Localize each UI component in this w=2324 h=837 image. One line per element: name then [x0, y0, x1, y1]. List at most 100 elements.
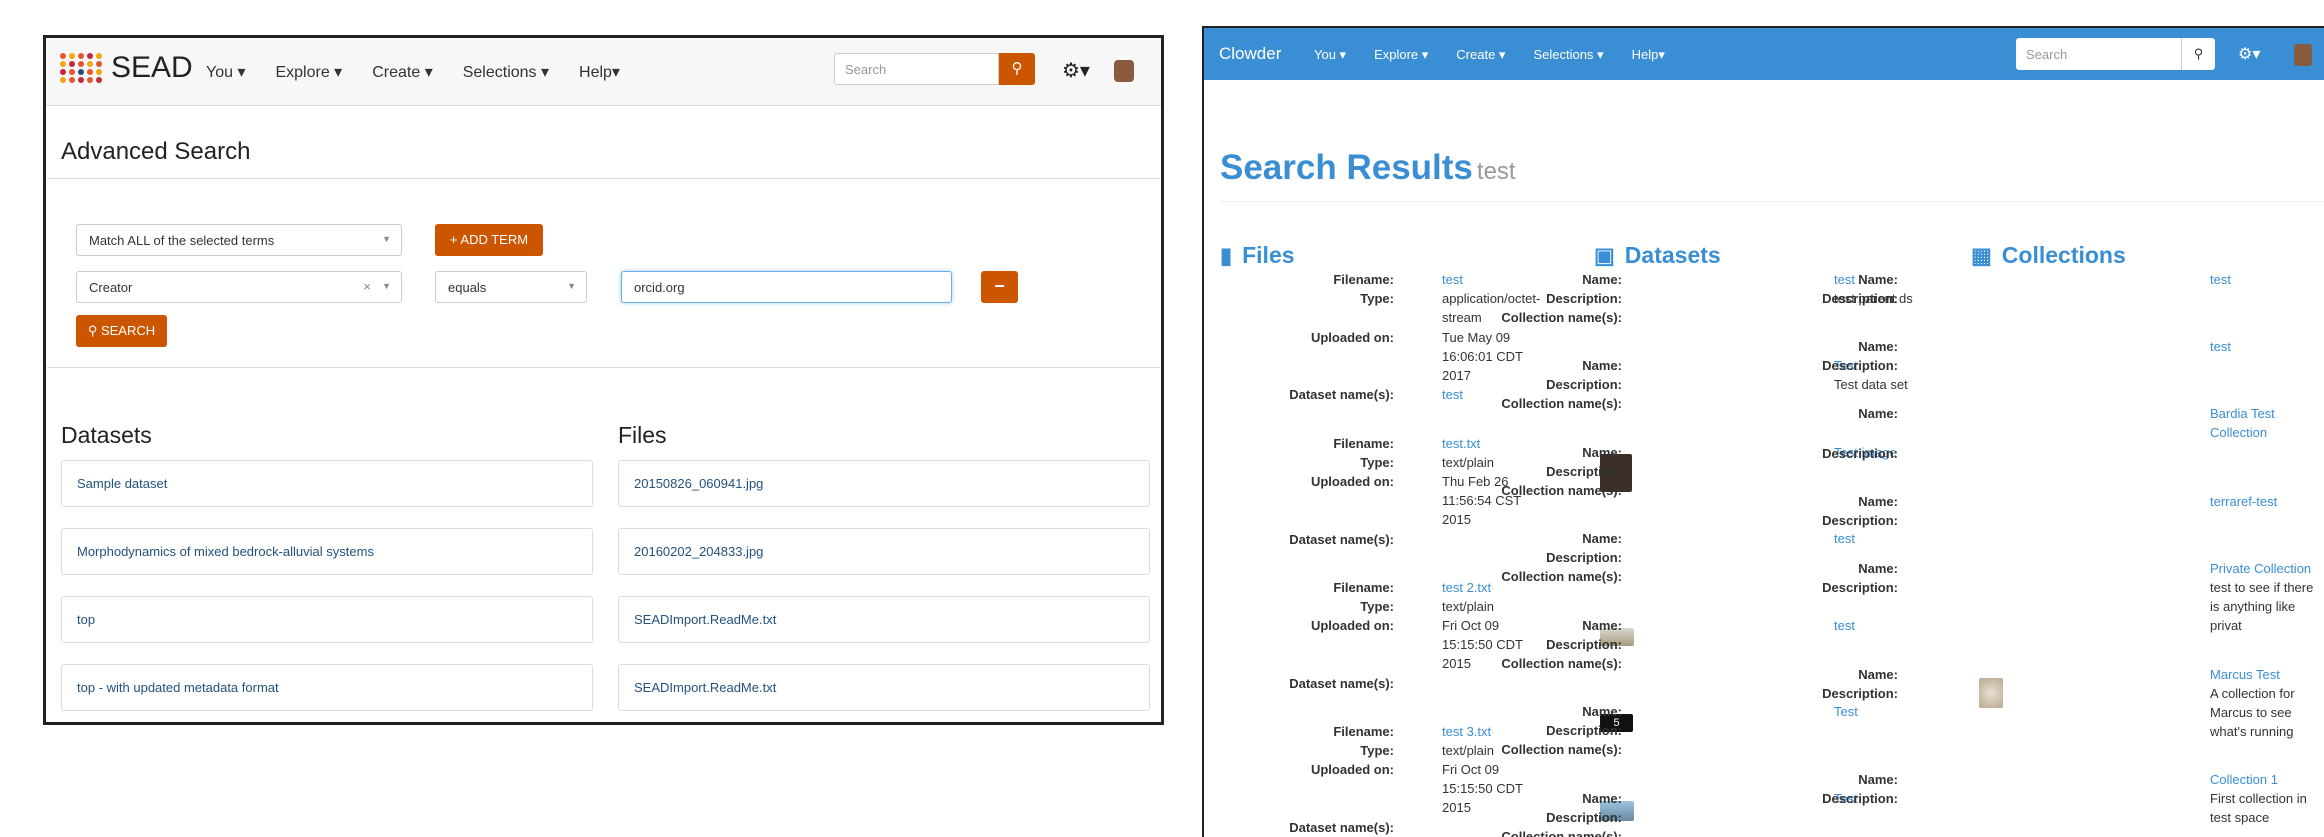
dataset-list-item[interactable]: Sample dataset	[61, 460, 593, 507]
file-link[interactable]: test	[1442, 270, 1463, 289]
clowder-menu-help[interactable]: Help▾	[1632, 47, 1665, 63]
gear-icon[interactable]: ⚙▾	[1062, 58, 1090, 83]
file-link[interactable]: test.txt	[1442, 434, 1480, 453]
name-label: Name:	[1582, 358, 1622, 373]
name-label: Name:	[1582, 791, 1622, 806]
sead-menu-explore[interactable]: Explore ▾	[275, 62, 342, 82]
dataset-link[interactable]: test	[1442, 385, 1463, 404]
dataset-link[interactable]: test	[1834, 270, 1855, 289]
collection-description: test to see if there	[2210, 580, 2314, 595]
name-label: Name:	[1582, 531, 1622, 546]
collection-names-label: Collection name(s):	[1501, 569, 1622, 584]
dataset-link[interactable]: test	[1834, 529, 1855, 548]
sead-menu-selections[interactable]: Selections ▾	[463, 62, 549, 82]
name-label: Name:	[1858, 494, 1898, 509]
type-label: Type:	[1360, 455, 1394, 470]
collections-heading-label: Collections	[2001, 242, 2126, 268]
description-label: Description:	[1822, 291, 1898, 306]
search-value-input[interactable]: orcid.org	[621, 271, 952, 303]
collection-description: Marcus to see	[2210, 705, 2292, 720]
collection-names-label: Collection name(s):	[1501, 742, 1622, 757]
datasets-heading-label: Datasets	[1624, 242, 1721, 268]
file-list-item[interactable]: SEADImport.ReadMe.txt	[618, 664, 1150, 711]
collection-link[interactable]: test	[2210, 270, 2231, 289]
sead-logo[interactable]: SEAD	[60, 51, 193, 85]
collection-thumbnail[interactable]	[1979, 678, 2003, 708]
field-select[interactable]: Creator × ▼	[76, 271, 402, 303]
file-link[interactable]: test 2.txt	[1442, 578, 1491, 597]
description-label: Description:	[1546, 723, 1622, 738]
collection-link[interactable]: test	[2210, 337, 2231, 356]
clowder-menu-you[interactable]: You ▾	[1314, 47, 1346, 63]
upload-date: Fri Oct 09	[1442, 762, 1500, 777]
page-title: Advanced Search	[61, 138, 251, 165]
dataset-list-item[interactable]: top	[61, 596, 593, 643]
collection-description: is anything like	[2210, 599, 2296, 614]
operator-select[interactable]: equals ▼	[435, 271, 587, 303]
match-select-value: Match ALL of the selected terms	[89, 233, 275, 248]
remove-term-button[interactable]: −	[981, 271, 1018, 303]
search-submit-button[interactable]: ⚲ SEARCH	[76, 315, 167, 347]
collection-link[interactable]: Collection 1	[2210, 770, 2278, 789]
dataset-names-label: Dataset name(s):	[1289, 820, 1394, 835]
collection-link[interactable]: terraref-test	[2210, 492, 2277, 511]
dataset-link[interactable]: Test	[1834, 702, 1858, 721]
collection-link[interactable]: Marcus Test	[2210, 665, 2280, 684]
uploaded-label: Uploaded on:	[1310, 618, 1394, 633]
collection-description: privat	[2210, 618, 2242, 633]
field-select-value: Creator	[89, 280, 133, 295]
avatar[interactable]	[2294, 44, 2312, 66]
upload-year: 2015	[1442, 800, 1471, 815]
name-label: Name:	[1582, 618, 1622, 633]
sead-logo-icon	[60, 53, 103, 83]
clowder-menu-selections[interactable]: Selections ▾	[1533, 47, 1603, 63]
clowder-search-input[interactable]: Search	[2016, 38, 2181, 70]
description-label: Description:	[1822, 791, 1898, 806]
sead-search-button[interactable]: ⚲	[999, 53, 1035, 85]
description-label: Description:	[1822, 580, 1898, 595]
clowder-menu-explore[interactable]: Explore ▾	[1374, 47, 1428, 63]
description-label: Description:	[1822, 686, 1898, 701]
file-list-item[interactable]: 20150826_060941.jpg	[618, 460, 1150, 507]
upload-time: 16:06:01 CDT	[1442, 349, 1523, 364]
files-heading-label: Files	[1242, 242, 1295, 268]
name-label: Name:	[1858, 667, 1898, 682]
clowder-menu: You ▾ Explore ▾ Create ▾ Selections ▾ He…	[1314, 47, 1693, 63]
file-link[interactable]: test 3.txt	[1442, 722, 1491, 741]
dataset-link[interactable]: test	[1834, 616, 1855, 635]
sead-menu-help[interactable]: Help▾	[579, 62, 620, 82]
add-term-button[interactable]: + ADD TERM	[435, 224, 543, 256]
avatar[interactable]	[1114, 60, 1134, 82]
chevron-down-icon: ▼	[382, 281, 391, 291]
file-type: application/octet-	[1442, 291, 1541, 306]
collection-link[interactable]: Private Collection	[2210, 559, 2311, 578]
file-list-item[interactable]: SEADImport.ReadMe.txt	[618, 596, 1150, 643]
file-list-item[interactable]: 20160202_204833.jpg	[618, 528, 1150, 575]
upload-date: Tue May 09	[1442, 330, 1511, 345]
description-label: Description:	[1822, 446, 1898, 461]
description-label: Description:	[1546, 637, 1622, 652]
divider	[1220, 201, 2324, 202]
sead-menu-you[interactable]: You ▾	[206, 62, 245, 82]
description-label: Description:	[1546, 810, 1622, 825]
collection-link-cont[interactable]: Collection	[2210, 423, 2267, 442]
dataset-list-item[interactable]: top - with updated metadata format	[61, 664, 593, 711]
collection-names-label: Collection name(s):	[1501, 310, 1622, 325]
files-heading: Files	[618, 422, 667, 448]
match-select[interactable]: Match ALL of the selected terms ▼	[76, 224, 402, 256]
clowder-brand[interactable]: Clowder	[1219, 44, 1281, 64]
gear-icon[interactable]: ⚙▾	[2238, 44, 2260, 64]
collection-link[interactable]: Bardia Test	[2210, 404, 2275, 423]
dataset-description: Test data set	[1834, 377, 1908, 392]
sead-menu-create[interactable]: Create ▾	[372, 62, 433, 82]
clowder-search-button[interactable]: ⚲	[2181, 38, 2215, 70]
sead-search-input[interactable]: Search	[834, 53, 999, 85]
collection-names-label: Collection name(s):	[1501, 396, 1622, 411]
operator-select-value: equals	[448, 280, 487, 295]
type-label: Type:	[1360, 599, 1394, 614]
briefcase-icon: ▣	[1594, 242, 1615, 268]
clear-icon[interactable]: ×	[363, 279, 371, 294]
dataset-list-item[interactable]: Morphodynamics of mixed bedrock-alluvial…	[61, 528, 593, 575]
search-icon: ⚲	[2193, 46, 2204, 61]
clowder-menu-create[interactable]: Create ▾	[1456, 47, 1505, 63]
